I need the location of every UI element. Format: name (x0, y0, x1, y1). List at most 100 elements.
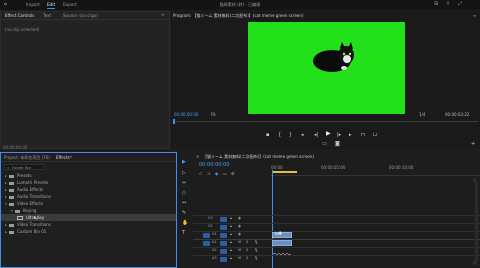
tab-source[interactable]: Source: (no clips) (63, 13, 98, 18)
timeline-scrollbar[interactable] (475, 182, 478, 262)
effect-controls-timecode: 00:00:00:00 (3, 145, 28, 150)
track-target-a3[interactable] (220, 257, 227, 262)
microphone-icon[interactable]: 🎙︎ (254, 248, 258, 252)
resolution-dropdown[interactable]: 1/4 (419, 112, 425, 117)
lock-icon[interactable]: 🔒︎ (230, 232, 232, 236)
tree-item-ultra-key[interactable]: Ultra Key (17, 214, 44, 221)
mute-icon[interactable]: M (238, 240, 241, 244)
tree-item-label: Presets (17, 173, 32, 178)
panel-menu-icon[interactable]: ≡ (161, 12, 164, 17)
selection-tool-icon[interactable]: ▶ (182, 159, 186, 165)
effects-menu-icon[interactable]: ≡ (69, 154, 72, 159)
add-button-icon[interactable]: + (471, 141, 475, 147)
lock-icon[interactable]: 🔒︎ (230, 256, 232, 260)
add-marker-icon[interactable]: ◆ (215, 171, 218, 176)
fit-dropdown[interactable]: Fit (211, 112, 216, 117)
cat-image (313, 42, 354, 72)
sequence-tab[interactable]: 【猫ミーム 素材無料(二次配布)】(cat meme green screen) (203, 154, 314, 159)
hand-tool-icon[interactable]: ✋ (182, 220, 188, 226)
tree-item-video-effects[interactable]: ▾ Video Effects (5, 200, 43, 207)
track-target-a1[interactable] (220, 241, 227, 246)
timeline-settings-icon[interactable]: ⚙ (231, 171, 235, 176)
export-frame-icon[interactable]: ▭ (322, 141, 327, 147)
track-name-a1: A1 (212, 240, 217, 244)
program-menu-icon[interactable]: ≡ (473, 13, 476, 18)
solo-icon[interactable]: S (246, 240, 248, 244)
close-icon[interactable]: ✕ (196, 154, 199, 159)
program-title[interactable]: Program: 【猫ミーム 素材無料(二次配布)】(cat meme gree… (173, 13, 304, 18)
mute-icon[interactable]: M (238, 256, 241, 260)
workspaces-icon[interactable]: ⊞ (434, 1, 438, 7)
track-target-v3[interactable] (220, 217, 227, 222)
lift-icon[interactable]: ⊓ (361, 132, 365, 138)
track-target-v2[interactable] (220, 225, 227, 230)
tree-item-label: Video Effects (17, 201, 44, 206)
tab-text[interactable]: Text (43, 13, 51, 18)
camera-icon[interactable]: ◙ (335, 141, 340, 147)
razor-tool-icon[interactable]: ◇ (182, 190, 186, 196)
tab-project[interactable]: Project: 未命名项目 (76) (4, 155, 50, 161)
audio-clip[interactable] (272, 240, 292, 256)
tree-item-label: Audio Transitions (17, 194, 52, 199)
track-target-v1[interactable] (220, 233, 227, 238)
play-icon[interactable]: ▶ (326, 131, 331, 137)
microphone-icon[interactable]: 🎙︎ (254, 256, 258, 260)
program-timecode[interactable]: 00:00:00:00 (174, 112, 198, 117)
tools-panel: ▶ ▷ ⇔ ◇ ↔ ✎ ✋ T (178, 152, 192, 268)
tree-item-audio-transitions[interactable]: ▸ Audio Transitions (5, 193, 51, 200)
lock-icon[interactable]: 🔒︎ (230, 240, 232, 244)
ruler-mark: 00:00:05:00 (321, 165, 346, 170)
source-patch-a1[interactable] (203, 241, 210, 246)
tree-item-label: Custom Bin 01 (17, 229, 47, 234)
slip-tool-icon[interactable]: ↔ (182, 200, 186, 206)
fullscreen-icon[interactable]: ⤢ (458, 1, 462, 7)
linked-selection-icon[interactable]: ⊃ (207, 171, 210, 176)
track-target-a2[interactable] (220, 249, 227, 254)
microphone-icon[interactable]: 🎙︎ (254, 240, 258, 244)
lock-icon[interactable]: 🔒︎ (230, 224, 232, 228)
tree-item-presets[interactable]: ▸ Presets (5, 172, 32, 179)
step-back-icon[interactable]: ◂ (301, 132, 304, 138)
scroll-down-icon[interactable]: ○ (473, 260, 477, 265)
mark-out-icon[interactable]: { (278, 132, 281, 138)
tree-item-audio-effects[interactable]: ▸ Audio Effects (5, 186, 43, 193)
tree-item-keying[interactable]: ▾ Keying (11, 207, 36, 214)
track-name-v2: V2 (208, 224, 213, 228)
tree-item-custom-bin[interactable]: ▸ Custom Bin 01 (5, 228, 46, 235)
tree-item-lumetri[interactable]: ▸ Lumetri Presets (5, 179, 48, 186)
mute-icon[interactable]: M (238, 248, 241, 252)
quick-export-icon[interactable]: ⇪ (446, 1, 450, 7)
go-to-out-icon[interactable]: ▸ (349, 132, 352, 138)
program-playhead[interactable] (173, 119, 175, 124)
source-patch-v1[interactable] (203, 233, 210, 238)
time-ruler[interactable]: 00:00 00:00:05:00 00:00:10:00 (271, 162, 480, 176)
waveform (272, 252, 292, 256)
solo-icon[interactable]: S (246, 248, 248, 252)
timeline-timecode[interactable]: 00:00:00:00 (199, 163, 230, 168)
solo-icon[interactable]: S (246, 256, 248, 260)
tab-effects[interactable]: Effects (56, 155, 70, 160)
eye-icon[interactable]: ◉ (238, 224, 241, 228)
eye-icon[interactable]: ◉ (238, 232, 241, 236)
effects-search-input[interactable]: ⌕ Folder Bar (4, 164, 44, 170)
lock-icon[interactable]: 🔒︎ (230, 248, 232, 252)
track-select-tool-icon[interactable]: ▷ (182, 170, 186, 176)
scroll-up-icon[interactable]: ○ (473, 177, 477, 182)
go-to-in-icon[interactable]: } (289, 132, 292, 138)
step-back-frame-icon[interactable]: ◂| (314, 132, 318, 138)
mark-in-icon[interactable]: ▪ (266, 132, 269, 138)
step-forward-frame-icon[interactable]: |▸ (337, 132, 341, 138)
type-tool-icon[interactable]: T (182, 230, 185, 236)
extract-icon[interactable]: ⊔ (373, 132, 377, 138)
captions-icon[interactable]: ▭ (223, 171, 227, 176)
work-area-bar[interactable] (273, 171, 297, 173)
snap-icon[interactable]: ⊂ (199, 171, 202, 176)
program-scrubber[interactable] (173, 121, 478, 122)
tab-effect-controls[interactable]: Effect Controls (5, 13, 34, 18)
tree-item-video-transitions[interactable]: ▸ Video Transitions (5, 221, 51, 228)
track-name-v3: V3 (208, 216, 213, 220)
ripple-tool-icon[interactable]: ⇔ (182, 180, 186, 186)
lock-icon[interactable]: 🔒︎ (230, 216, 232, 220)
pen-tool-icon[interactable]: ✎ (182, 210, 186, 216)
eye-icon[interactable]: ◉ (238, 216, 241, 220)
